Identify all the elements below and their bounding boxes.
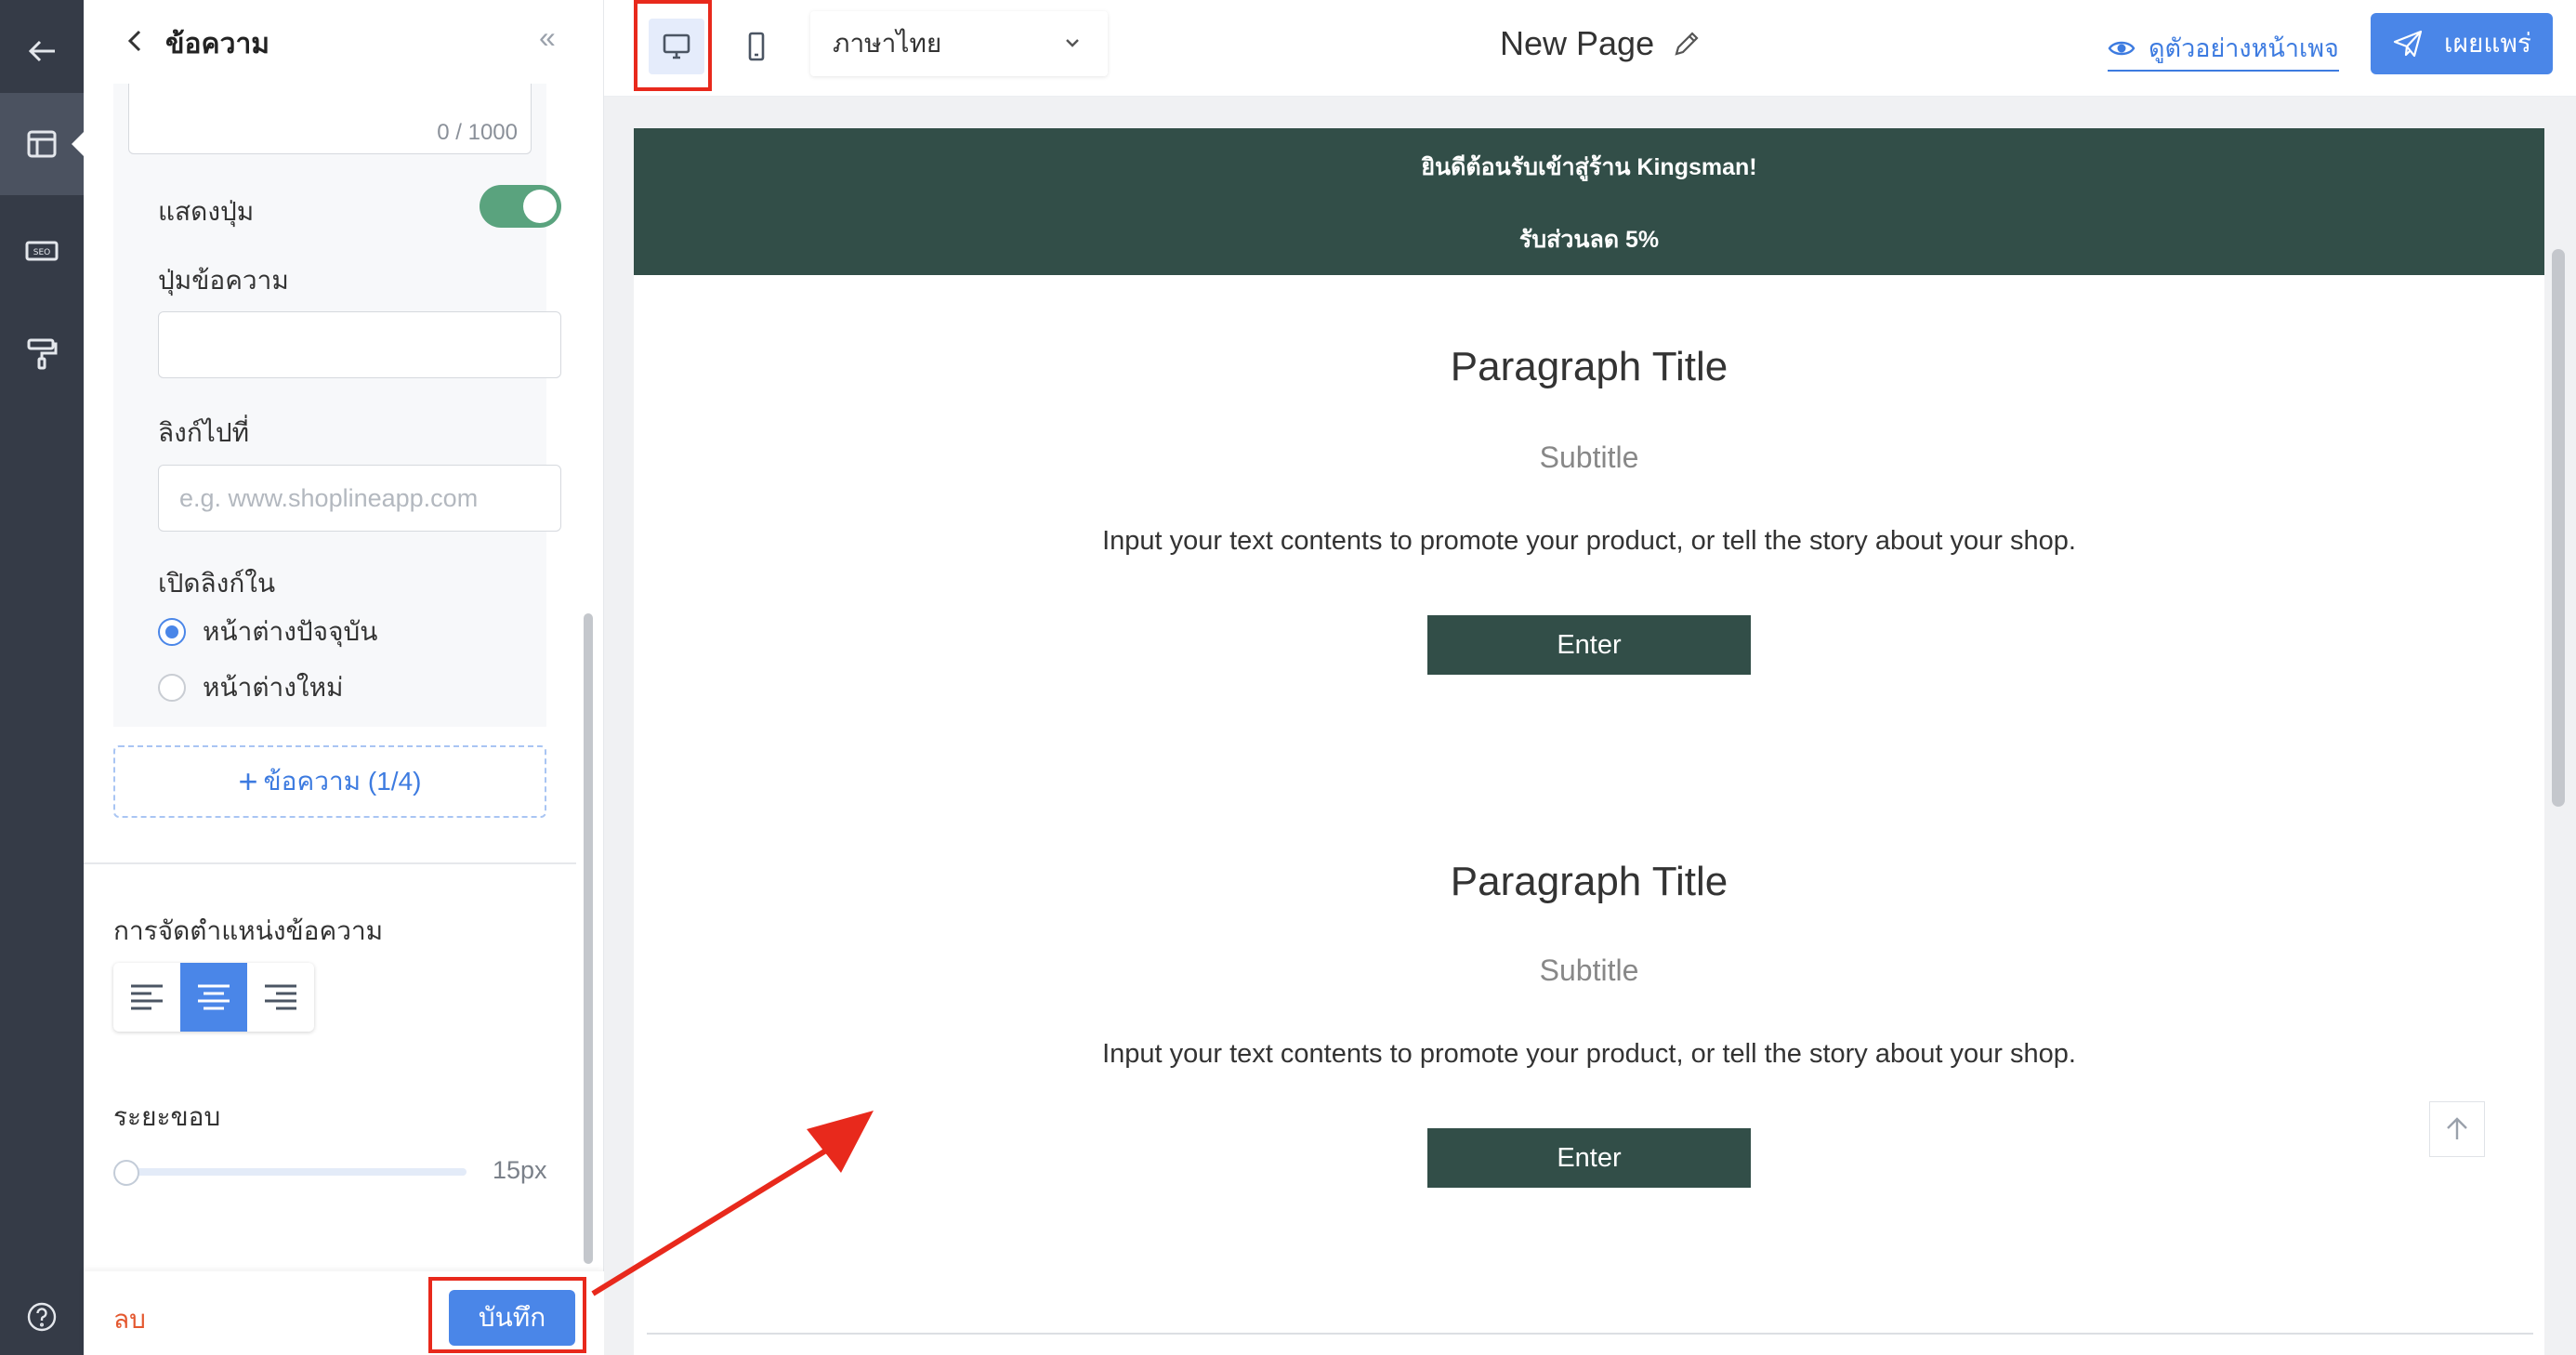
text-content-textarea[interactable]: 0 / 1000 bbox=[128, 84, 532, 154]
chevron-down-icon bbox=[1066, 39, 1079, 47]
radio-empty-dot bbox=[158, 674, 186, 702]
page-frame-edge bbox=[647, 1333, 2533, 1335]
settings-panel: ข้อความ « 0 / 1000 แสดงปุ่ม ปุ่มข้อความ … bbox=[84, 0, 604, 1355]
align-right-icon bbox=[265, 984, 296, 1010]
alignment-label: การจัดตำแหน่งข้อความ bbox=[113, 916, 384, 945]
back-to-top-button[interactable] bbox=[2429, 1101, 2485, 1157]
seo-icon: SEO bbox=[25, 241, 59, 261]
padding-label: ระยะขอบ bbox=[113, 1102, 221, 1131]
paragraph-title: Paragraph Title bbox=[1450, 859, 1728, 904]
show-button-toggle[interactable] bbox=[480, 185, 561, 228]
rail-layout-button[interactable] bbox=[0, 93, 85, 195]
button-text-label: ปุ่มข้อความ bbox=[158, 266, 289, 295]
back-button[interactable] bbox=[0, 0, 84, 102]
add-text-item-button[interactable]: + ข้อความ (1/4) bbox=[113, 745, 546, 818]
eye-icon bbox=[2108, 41, 2136, 55]
plus-icon: + bbox=[238, 762, 258, 800]
panel-title: ข้อความ bbox=[165, 29, 270, 59]
button-text-input[interactable] bbox=[158, 311, 561, 378]
desktop-view-highlight bbox=[634, 0, 712, 91]
enter-button[interactable]: Enter bbox=[1427, 615, 1751, 675]
radio-current-window[interactable]: หน้าต่างปัจจุบัน bbox=[158, 612, 377, 652]
paragraph-body: Input your text contents to promote your… bbox=[1102, 526, 2076, 556]
add-text-item-label: ข้อความ (1/4) bbox=[263, 767, 422, 796]
mobile-icon bbox=[748, 32, 765, 61]
pencil-icon[interactable] bbox=[1669, 28, 1702, 61]
rail-design-button[interactable] bbox=[0, 302, 84, 404]
open-link-label: เปิดลิงก์ใน bbox=[158, 569, 276, 598]
page-title[interactable]: New Page bbox=[1500, 24, 1654, 63]
delete-button[interactable]: ลบ bbox=[113, 1299, 146, 1340]
padding-slider-handle[interactable] bbox=[113, 1160, 139, 1186]
sidebar-rail: SEO bbox=[0, 0, 85, 1355]
save-button-highlight bbox=[428, 1277, 586, 1353]
help-button[interactable] bbox=[0, 1266, 84, 1355]
align-center-button[interactable] bbox=[180, 963, 247, 1032]
paper-plane-icon bbox=[2393, 30, 2423, 58]
link-placeholder: e.g. www.shoplineapp.com bbox=[179, 483, 479, 512]
align-right-button[interactable] bbox=[247, 963, 314, 1032]
panel-header: ข้อความ « bbox=[84, 0, 604, 84]
announcement-line-1: ยินดีต้อนรับเข้าสู่ร้าน Kingsman! bbox=[1421, 154, 1757, 180]
chevron-left-icon[interactable] bbox=[119, 24, 152, 58]
layout-icon bbox=[27, 130, 57, 158]
radio-current-label: หน้าต่างปัจจุบัน bbox=[203, 617, 378, 646]
announcement-line-2: รับส่วนลด 5% bbox=[1518, 227, 1660, 253]
paragraph-subtitle: Subtitle bbox=[1539, 954, 1639, 987]
preview-page-label: ดูตัวอย่างหน้าเพจ bbox=[2149, 34, 2339, 62]
section-divider bbox=[84, 862, 576, 864]
active-indicator bbox=[72, 131, 85, 157]
align-left-icon bbox=[131, 984, 163, 1010]
panel-scrollbar-thumb[interactable] bbox=[584, 613, 593, 1264]
radio-new-label: หน้าต่างใหม่ bbox=[203, 673, 344, 702]
publish-button[interactable]: เผยแพร่ bbox=[2371, 13, 2553, 74]
enter-button[interactable]: Enter bbox=[1427, 1128, 1751, 1188]
paragraph-body: Input your text contents to promote your… bbox=[1102, 1039, 2076, 1069]
toggle-knob bbox=[523, 190, 557, 223]
canvas-scrollbar-thumb[interactable] bbox=[2552, 249, 2565, 807]
align-center-icon bbox=[198, 984, 230, 1010]
arrow-up-icon bbox=[2447, 1117, 2467, 1139]
mobile-view-button[interactable] bbox=[729, 19, 784, 74]
announcement-bar[interactable]: ยินดีต้อนรับเข้าสู่ร้าน Kingsman! รับส่ว… bbox=[634, 128, 2544, 275]
padding-value: 15px bbox=[493, 1156, 547, 1184]
text-item-card: 0 / 1000 แสดงปุ่ม ปุ่มข้อความ ลิงก์ไปที่… bbox=[113, 84, 561, 727]
show-button-label: แสดงปุ่ม bbox=[158, 197, 255, 226]
svg-text:SEO: SEO bbox=[33, 248, 50, 257]
radio-selected-dot bbox=[158, 618, 186, 646]
link-label: ลิงก์ไปที่ bbox=[158, 418, 250, 447]
help-icon bbox=[27, 1302, 57, 1332]
language-select[interactable]: ภาษาไทย bbox=[810, 11, 1108, 76]
paragraph-title: Paragraph Title bbox=[1450, 344, 1728, 389]
collapse-panel-icon[interactable]: « bbox=[539, 20, 556, 55]
padding-slider-track[interactable] bbox=[126, 1168, 467, 1176]
language-value: ภาษาไทย bbox=[833, 29, 942, 58]
publish-label: เผยแพร่ bbox=[2444, 29, 2531, 58]
preview-page-link[interactable]: ดูตัวอย่างหน้าเพจ bbox=[2108, 28, 2339, 72]
rail-seo-button[interactable]: SEO bbox=[0, 200, 84, 302]
paint-roller-icon bbox=[27, 338, 58, 370]
radio-new-window[interactable]: หน้าต่างใหม่ bbox=[158, 667, 343, 708]
page-preview: ยินดีต้อนรับเข้าสู่ร้าน Kingsman! รับส่ว… bbox=[634, 128, 2544, 1355]
link-input[interactable]: e.g. www.shoplineapp.com bbox=[158, 465, 561, 532]
paragraph-subtitle: Subtitle bbox=[1539, 441, 1639, 474]
char-count: 0 / 1000 bbox=[437, 120, 518, 145]
align-left-button[interactable] bbox=[113, 963, 180, 1032]
back-arrow-icon bbox=[28, 40, 55, 62]
alignment-button-group bbox=[113, 963, 314, 1032]
